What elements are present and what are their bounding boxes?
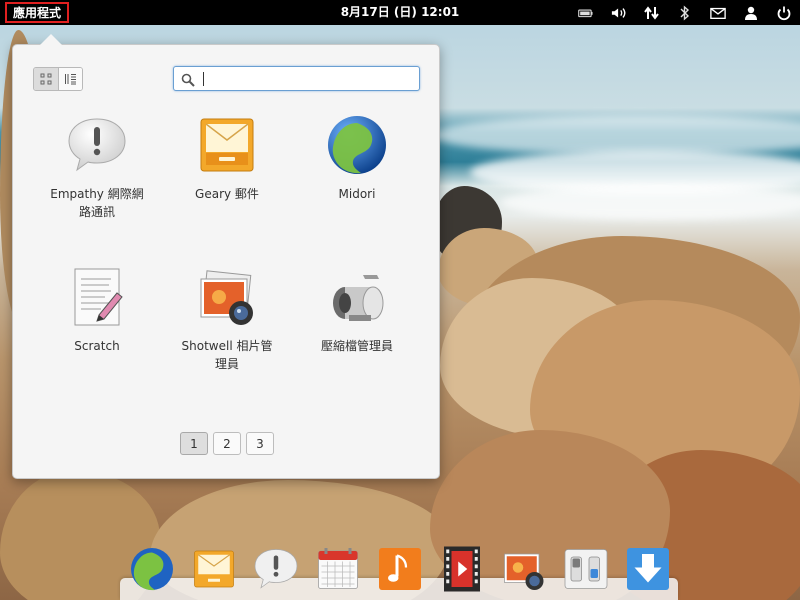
popover-arrow <box>40 34 62 45</box>
geary-mail-icon <box>195 113 259 177</box>
grid-view-icon <box>40 70 52 89</box>
indicator-area <box>578 0 792 25</box>
dock-music-icon[interactable] <box>376 545 424 593</box>
page-button-1[interactable]: 1 <box>180 432 208 455</box>
dock-geary-mail-icon[interactable] <box>190 545 238 593</box>
shotwell-photos-icon <box>195 265 259 329</box>
dock-calendar-icon[interactable] <box>314 545 362 593</box>
page-button-3[interactable]: 3 <box>246 432 274 455</box>
category-view-icon <box>64 70 77 89</box>
app-label: Empathy 網際網路通訊 <box>50 187 144 219</box>
app-shotwell[interactable]: Shotwell 相片管理員 <box>167 265 287 373</box>
dock <box>128 545 672 593</box>
app-archive-manager[interactable]: 壓縮檔管理員 <box>297 265 417 355</box>
network-icon[interactable] <box>644 5 660 21</box>
user-icon[interactable] <box>743 5 759 21</box>
applications-menu-button[interactable]: 應用程式 <box>5 2 70 23</box>
search-input[interactable] <box>200 69 410 88</box>
app-label: Geary 郵件 <box>195 187 259 201</box>
top-panel: 應用程式 8月17日 (日) 12:01 <box>0 0 800 25</box>
scratch-editor-icon <box>65 265 129 329</box>
dock-empathy-icon[interactable] <box>252 545 300 593</box>
page-button-2[interactable]: 2 <box>213 432 241 455</box>
archive-manager-icon <box>325 265 389 329</box>
battery-icon[interactable] <box>578 5 594 21</box>
dock-shotwell-photos-icon[interactable] <box>500 545 548 593</box>
power-icon[interactable] <box>776 5 792 21</box>
app-empathy[interactable]: Empathy 網際網路通訊 <box>37 113 157 221</box>
app-label: Scratch <box>74 339 120 353</box>
app-label: Midori <box>338 187 376 201</box>
app-scratch[interactable]: Scratch <box>37 265 157 355</box>
page-switcher: 1 2 3 <box>180 432 274 455</box>
search-field[interactable] <box>173 66 420 91</box>
category-view-button[interactable] <box>58 68 82 90</box>
applications-menu-label: 應用程式 <box>13 6 62 20</box>
grid-view-button[interactable] <box>34 68 58 90</box>
app-geary[interactable]: Geary 郵件 <box>167 113 287 203</box>
mail-icon[interactable] <box>710 5 726 21</box>
app-midori[interactable]: Midori <box>297 113 417 203</box>
volume-icon[interactable] <box>611 5 627 21</box>
search-icon <box>181 72 195 91</box>
dock-software-center-icon[interactable] <box>624 545 672 593</box>
text-cursor <box>203 72 204 86</box>
dock-midori-browser-icon[interactable] <box>128 545 176 593</box>
dock-videos-icon[interactable] <box>438 545 486 593</box>
midori-browser-icon <box>325 113 389 177</box>
app-label: Shotwell 相片管理員 <box>181 339 273 371</box>
empathy-icon <box>65 113 129 177</box>
application-launcher: Empathy 網際網路通訊 Geary 郵件 Midori Scratch S… <box>12 44 440 479</box>
dock-settings-icon[interactable] <box>562 545 610 593</box>
app-label: 壓縮檔管理員 <box>320 339 393 353</box>
bluetooth-icon[interactable] <box>677 4 693 21</box>
view-mode-toggle <box>33 67 83 91</box>
